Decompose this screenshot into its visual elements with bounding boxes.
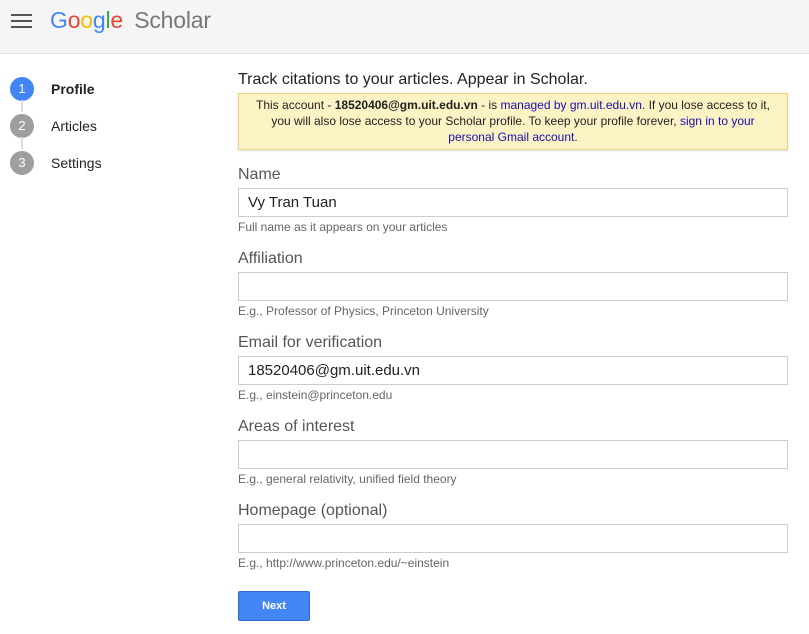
managed-account-notice: This account - 18520406@gm.uit.edu.vn - …: [238, 93, 788, 150]
google-scholar-logo[interactable]: Google Scholar: [50, 6, 211, 34]
email-field-group: Email for verification 18520406@gm.uit.e…: [238, 333, 788, 402]
managed-by-link[interactable]: managed by gm.uit.edu.vn: [500, 98, 641, 112]
interests-field-group: Areas of interest E.g., general relativi…: [238, 417, 788, 486]
profile-form: Track citations to your articles. Appear…: [238, 70, 788, 621]
step-label: Articles: [51, 117, 97, 134]
field-hint: E.g., Professor of Physics, Princeton Un…: [238, 304, 489, 318]
google-wordmark: Google: [50, 7, 129, 33]
steps-sidebar: 1 Profile 2 Articles 3 Settings: [10, 70, 210, 181]
step-label: Settings: [51, 154, 102, 171]
affiliation-field-group: Affiliation E.g., Professor of Physics, …: [238, 249, 788, 318]
step-number: 2: [10, 113, 34, 138]
logo-letter: g: [92, 7, 106, 33]
logo-letter: o: [80, 7, 93, 33]
notice-text: .: [574, 130, 578, 144]
notice-text: This account -: [256, 98, 335, 112]
field-hint: E.g., einstein@princeton.edu: [238, 388, 393, 402]
field-hint: Full name as it appears on your articles: [238, 220, 448, 234]
field-label: Areas of interest: [238, 418, 355, 435]
name-field-group: Name Vy Tran Tuan Full name as it appear…: [238, 165, 788, 234]
page-intro: Track citations to your articles. Appear…: [238, 71, 588, 88]
field-label: Name: [238, 166, 281, 183]
logo-letter: e: [110, 7, 123, 33]
notice-text: - is: [477, 98, 501, 112]
notice-email: 18520406@gm.uit.edu.vn: [334, 98, 478, 112]
name-input[interactable]: Vy Tran Tuan: [238, 188, 788, 217]
homepage-input[interactable]: [238, 524, 788, 553]
step-settings[interactable]: 3 Settings: [10, 144, 210, 181]
interests-input[interactable]: [238, 440, 788, 469]
field-label: Homepage (optional): [238, 502, 388, 519]
scholar-wordmark: Scholar: [134, 7, 211, 33]
step-label: Profile: [51, 80, 95, 97]
email-input[interactable]: 18520406@gm.uit.edu.vn: [238, 356, 788, 385]
logo-letter: G: [50, 7, 68, 33]
field-label: Email for verification: [238, 334, 383, 351]
field-hint: E.g., http://www.princeton.edu/~einstein: [238, 556, 450, 570]
step-articles[interactable]: 2 Articles: [10, 107, 210, 149]
header: Google Scholar: [0, 0, 809, 54]
field-hint: E.g., general relativity, unified field …: [238, 472, 457, 486]
step-number: 3: [10, 150, 34, 175]
homepage-field-group: Homepage (optional) E.g., http://www.pri…: [238, 501, 788, 570]
field-label: Affiliation: [238, 250, 303, 267]
next-button[interactable]: Next: [238, 591, 310, 621]
logo-letter: o: [67, 7, 81, 33]
step-profile[interactable]: 1 Profile: [10, 70, 210, 112]
hamburger-menu-icon[interactable]: [11, 14, 32, 28]
step-number: 1: [10, 76, 34, 101]
affiliation-input[interactable]: [238, 272, 788, 301]
